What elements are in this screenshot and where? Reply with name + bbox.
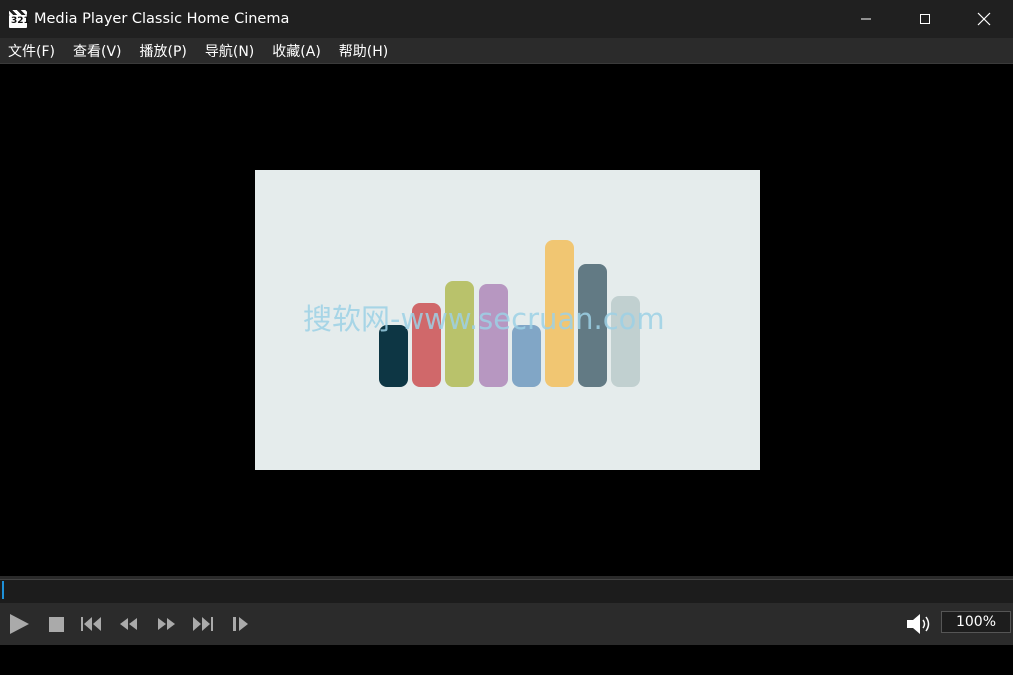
mpc-app-icon[interactable]: 321 <box>9 10 30 28</box>
menu-view[interactable]: 查看(V) <box>73 41 122 61</box>
menu-bar: 文件(F) 查看(V) 播放(P) 导航(N) 收藏(A) 帮助(H) <box>0 38 1013 64</box>
window-title: Media Player Classic Home Cinema <box>34 11 290 27</box>
seekbar[interactable] <box>0 576 1013 605</box>
control-bar: 100% <box>0 603 1013 645</box>
status-strip <box>0 645 1013 675</box>
maximize-icon <box>919 14 930 24</box>
video-area[interactable]: 搜软网-www.secruan.com <box>0 64 1013 576</box>
zoom-level-display[interactable]: 100% <box>941 611 1011 633</box>
menu-help[interactable]: 帮助(H) <box>339 41 388 61</box>
seek-handle[interactable] <box>2 581 4 599</box>
stop-button[interactable] <box>46 613 66 635</box>
seek-track[interactable] <box>0 579 1013 605</box>
window-controls <box>836 0 1013 38</box>
close-icon <box>977 12 990 26</box>
menu-navigate[interactable]: 导航(N) <box>205 41 254 61</box>
title-bar: 321 Media Player Classic Home Cinema <box>0 0 1013 38</box>
skip-forward-icon <box>193 617 213 631</box>
volume-button[interactable] <box>905 611 935 637</box>
forward-button[interactable] <box>156 613 178 635</box>
minimize-button[interactable] <box>836 0 895 38</box>
menu-play[interactable]: 播放(P) <box>140 41 187 61</box>
minimize-icon <box>860 18 871 20</box>
menu-favorites[interactable]: 收藏(A) <box>272 41 321 61</box>
speaker-icon <box>907 614 930 634</box>
fast-forward-icon <box>158 618 175 630</box>
video-frame: 搜软网-www.secruan.com <box>255 170 760 470</box>
skip-back-icon <box>81 617 101 631</box>
play-icon <box>10 614 29 634</box>
rewind-button[interactable] <box>118 613 140 635</box>
maximize-button[interactable] <box>895 0 954 38</box>
frame-step-button[interactable] <box>231 613 251 635</box>
close-button[interactable] <box>954 0 1013 38</box>
next-button[interactable] <box>191 613 215 635</box>
rewind-icon <box>120 618 137 630</box>
watermark-text: 搜软网-www.secruan.com <box>303 302 665 336</box>
menu-file[interactable]: 文件(F) <box>8 41 55 61</box>
frame-step-icon <box>233 617 248 631</box>
play-button[interactable] <box>8 613 30 635</box>
stop-icon <box>49 617 64 632</box>
app-icon-number: 321 <box>11 16 30 26</box>
previous-button[interactable] <box>80 613 104 635</box>
